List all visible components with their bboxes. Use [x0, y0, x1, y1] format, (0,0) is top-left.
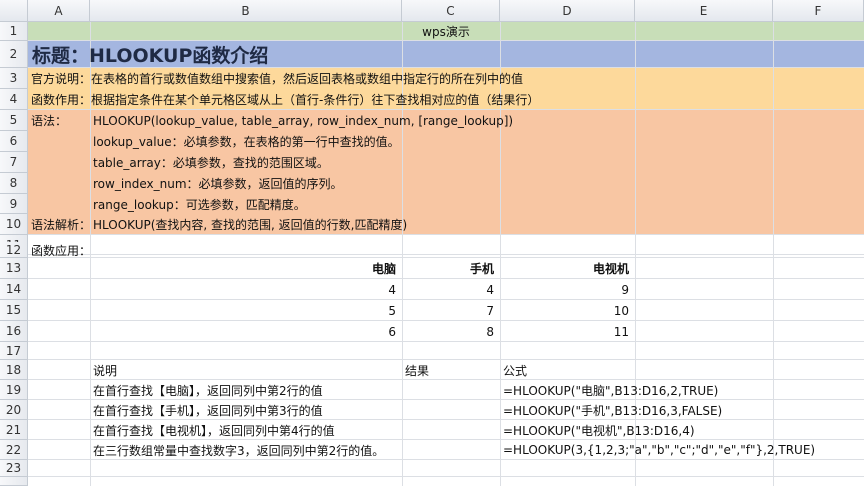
row-header-19[interactable]: 19: [0, 380, 28, 400]
row-header-21[interactable]: 21: [0, 420, 28, 440]
row-header-10[interactable]: 10: [0, 214, 28, 235]
col-header-b[interactable]: B: [90, 0, 402, 22]
col-header-d[interactable]: D: [500, 0, 635, 22]
row-header-4[interactable]: 4: [0, 89, 28, 110]
cell-d16[interactable]: 11: [500, 321, 635, 342]
cell-b14[interactable]: 4: [90, 279, 402, 300]
cell-b22-desc[interactable]: 在三行数组常量中查找数字3，返回同列中第2行的值。: [90, 440, 384, 460]
cell-d14[interactable]: 9: [500, 279, 635, 300]
row-header-8[interactable]: 8: [0, 173, 28, 194]
cell-b20-desc[interactable]: 在首行查找【手机】，返回同列中第3行的值: [90, 400, 323, 420]
cell-d21-formula[interactable]: =HLOOKUP("电视机",B13:D16,4): [500, 420, 695, 440]
row-header-20[interactable]: 20: [0, 400, 28, 420]
cell-r3-official-desc[interactable]: 官方说明：在表格的首行或数值数组中搜索值，然后返回表格或数组中指定行的所在列中的…: [28, 68, 523, 89]
cell-r1-merged[interactable]: wps演示: [28, 22, 864, 41]
cell-b9-range-lookup[interactable]: range_lookup：可选参数，匹配精度。: [90, 194, 306, 214]
row-header-7[interactable]: 7: [0, 152, 28, 173]
cell-a10-syntax-analysis-label[interactable]: 语法解析：: [28, 214, 91, 235]
cell-b7-table-array[interactable]: table_array：必填参数，查找的范围区域。: [90, 152, 329, 173]
row-header-18[interactable]: 18: [0, 360, 28, 380]
cell-c18-result-header[interactable]: 结果: [402, 360, 429, 380]
row-header-3[interactable]: 3: [0, 68, 28, 89]
select-all-corner[interactable]: [0, 0, 28, 22]
cell-b19-desc[interactable]: 在首行查找【电脑】，返回同列中第2行的值: [90, 380, 323, 400]
cell-b21-desc[interactable]: 在首行查找【电视机】，返回同列中第4行的值: [90, 420, 335, 440]
col-header-e[interactable]: E: [635, 0, 773, 22]
cell-d19-formula[interactable]: =HLOOKUP("电脑",B13:D16,2,TRUE): [500, 380, 718, 400]
cell-b13-header[interactable]: 电脑: [90, 258, 402, 279]
row-header-13[interactable]: 13: [0, 258, 28, 279]
spreadsheet[interactable]: A B C D E F 1 2 3 4 5 6 7 8 9 10 11 12 1…: [0, 0, 864, 486]
cell-b5-syntax[interactable]: HLOOKUP(lookup_value, table_array, row_i…: [90, 110, 513, 131]
row-header-5[interactable]: 5: [0, 110, 28, 131]
row-header-24[interactable]: [0, 477, 28, 486]
cell-a5-syntax-label[interactable]: 语法：: [28, 110, 67, 131]
row-header-9[interactable]: 9: [0, 194, 28, 214]
col-header-c[interactable]: C: [402, 0, 500, 22]
col-header-a[interactable]: A: [28, 0, 90, 22]
row-header-22[interactable]: 22: [0, 440, 28, 460]
cell-b10-syntax-analysis[interactable]: HLOOKUP(查找内容, 查找的范围, 返回值的行数,匹配精度): [90, 214, 407, 235]
cell-a12-application-label[interactable]: 函数应用：: [28, 242, 91, 258]
cell-d13-header[interactable]: 电视机: [500, 258, 635, 279]
page-title[interactable]: 标题：HLOOKUP函数介绍: [28, 41, 864, 68]
row-header-12[interactable]: 12: [0, 242, 28, 258]
cell-d22-formula[interactable]: =HLOOKUP(3,{1,2,3;"a","b","c";"d","e","f…: [500, 440, 815, 460]
cell-r4-function-purpose[interactable]: 函数作用：根据指定条件在某个单元格区域从上（首行-条件行）往下查找相对应的值（结…: [28, 89, 539, 110]
cell-b6-lookup-value[interactable]: lookup_value：必填参数，在表格的第一行中查找的值。: [90, 131, 400, 152]
cell-b18-desc-header[interactable]: 说明: [90, 360, 117, 380]
cell-c13-header[interactable]: 手机: [402, 258, 500, 279]
cell-b8-row-index-num[interactable]: row_index_num：必填参数，返回值的序列。: [90, 173, 343, 194]
row-header-17[interactable]: 17: [0, 342, 28, 360]
cell-b15[interactable]: 5: [90, 300, 402, 321]
cell-d20-formula[interactable]: =HLOOKUP("手机",B13:D16,3,FALSE): [500, 400, 722, 420]
cell-b16[interactable]: 6: [90, 321, 402, 342]
cell-c14[interactable]: 4: [402, 279, 500, 300]
cell-d18-formula-header[interactable]: 公式: [500, 360, 527, 380]
row-header-1[interactable]: 1: [0, 22, 28, 41]
col-header-f[interactable]: F: [773, 0, 864, 22]
row-header-23[interactable]: 23: [0, 460, 28, 477]
row-header-6[interactable]: 6: [0, 131, 28, 152]
row-header-15[interactable]: 15: [0, 300, 28, 321]
row-header-2[interactable]: 2: [0, 41, 28, 68]
cell-d15[interactable]: 10: [500, 300, 635, 321]
row-header-16[interactable]: 16: [0, 321, 28, 342]
cell-c15[interactable]: 7: [402, 300, 500, 321]
cell-c16[interactable]: 8: [402, 321, 500, 342]
row-header-14[interactable]: 14: [0, 279, 28, 300]
